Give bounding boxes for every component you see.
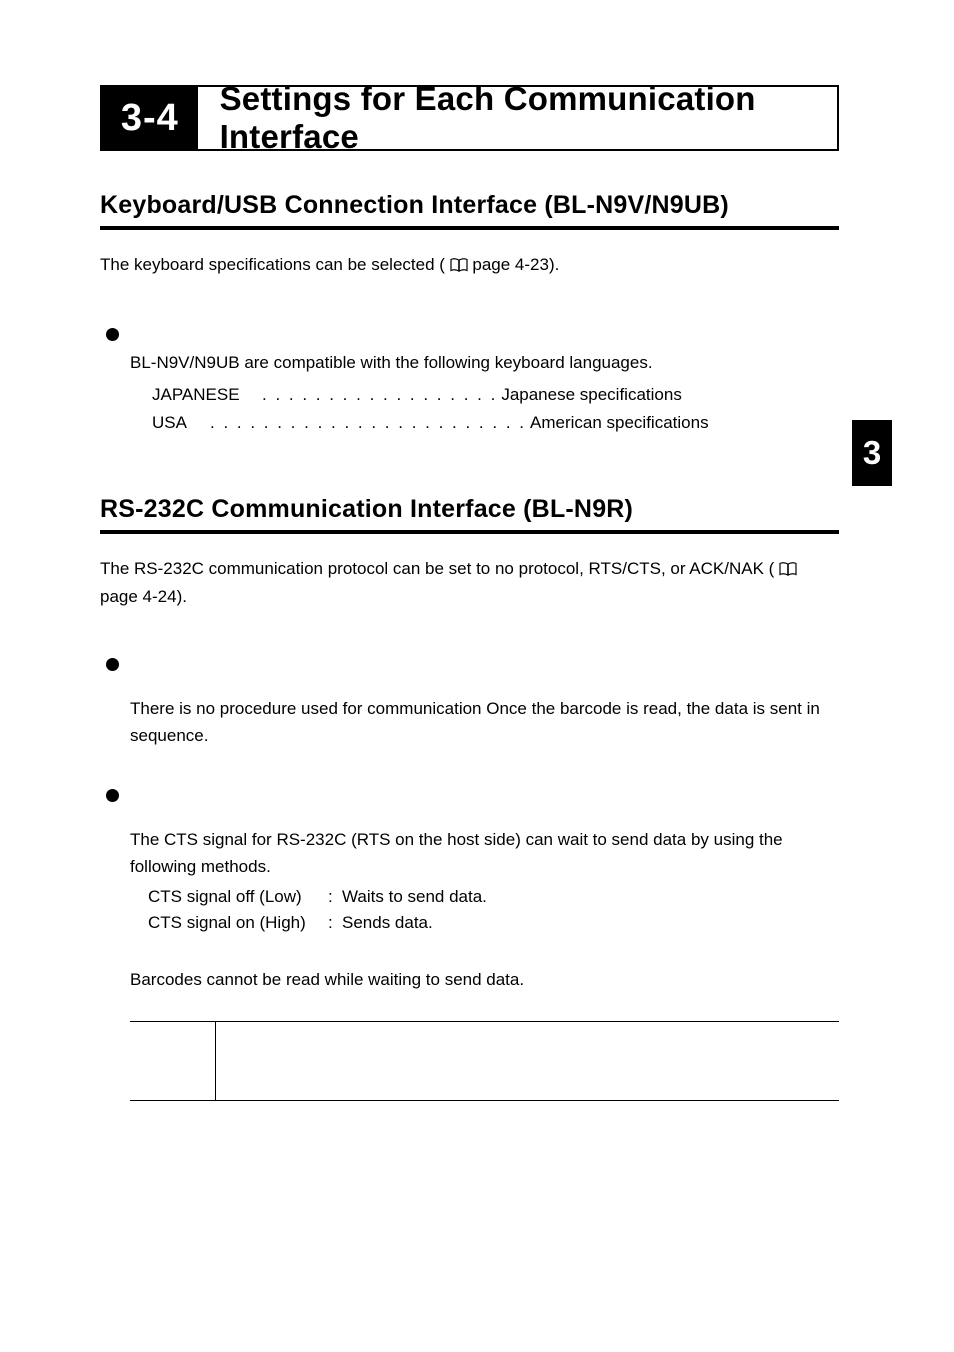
cts-action: Waits to send data. xyxy=(342,884,487,910)
list-item: JAPANESE . . . . . . . . . . . . . . . .… xyxy=(152,381,839,409)
note-label-cell xyxy=(130,1022,216,1100)
cts-state: CTS signal off (Low) xyxy=(148,884,328,910)
section-lead: The keyboard specifications can be selec… xyxy=(100,252,839,280)
chapter-tab: 3 xyxy=(852,420,892,486)
page: 3-4 Settings for Each Communication Inte… xyxy=(0,0,954,1352)
lead-text-b: page 4-24). xyxy=(100,587,187,606)
chapter-number: 3-4 xyxy=(102,87,198,149)
lead-text-b: page 4-23). xyxy=(472,255,559,274)
lang-key: USA xyxy=(152,409,210,437)
note-table-wrap xyxy=(106,1021,839,1101)
cts-state: CTS signal on (High) xyxy=(148,910,328,936)
section-lead: The RS-232C communication protocol can b… xyxy=(100,556,839,611)
bullet-dot-icon xyxy=(106,789,119,802)
lang-key: JAPANESE xyxy=(152,381,262,409)
chapter-heading-box: 3-4 Settings for Each Communication Inte… xyxy=(100,85,839,151)
cts-signal-list: CTS signal off (Low) : Waits to send dat… xyxy=(130,884,839,937)
list-item: CTS signal on (High) : Sends data. xyxy=(148,910,839,936)
section-heading: RS-232C Communication Interface (BL-N9R) xyxy=(100,495,839,534)
lead-text-a: The keyboard specifications can be selec… xyxy=(100,255,445,274)
lang-value: Japanese specifications xyxy=(501,381,682,409)
lead-text-a: The RS-232C communication protocol can b… xyxy=(100,559,774,578)
book-icon xyxy=(779,558,797,584)
colon: : xyxy=(328,884,342,910)
bullet-dot-icon xyxy=(106,658,119,671)
bullet-text: There is no procedure used for communica… xyxy=(130,696,839,749)
bullet-dot-icon xyxy=(106,328,119,341)
dot-leader: . . . . . . . . . . . . . . . . . . xyxy=(262,381,501,409)
section-heading: Keyboard/USB Connection Interface (BL-N9… xyxy=(100,191,839,230)
bullet-cts: The CTS signal for RS-232C (RTS on the h… xyxy=(100,789,839,1101)
keyboard-lang-list: JAPANESE . . . . . . . . . . . . . . . .… xyxy=(130,381,839,437)
book-icon xyxy=(450,254,468,280)
note-body-cell xyxy=(216,1022,839,1100)
bullet-keyboard-lang: BL-N9V/N9UB are compatible with the foll… xyxy=(100,328,839,436)
cts-footnote: Barcodes cannot be read while waiting to… xyxy=(106,967,839,993)
section-keyboard-usb: Keyboard/USB Connection Interface (BL-N9… xyxy=(100,191,839,437)
bullet-intro: The CTS signal for RS-232C (RTS on the h… xyxy=(130,827,839,880)
list-item: CTS signal off (Low) : Waits to send dat… xyxy=(148,884,839,910)
colon: : xyxy=(328,910,342,936)
bullet-intro: BL-N9V/N9UB are compatible with the foll… xyxy=(130,350,839,376)
dot-leader: . . . . . . . . . . . . . . . . . . . . … xyxy=(210,409,530,437)
note-table xyxy=(130,1021,839,1101)
section-rs232c: RS-232C Communication Interface (BL-N9R)… xyxy=(100,495,839,1101)
lang-value: American specifications xyxy=(530,409,709,437)
chapter-title: Settings for Each Communication Interfac… xyxy=(198,87,837,149)
list-item: USA . . . . . . . . . . . . . . . . . . … xyxy=(152,409,839,437)
cts-action: Sends data. xyxy=(342,910,433,936)
bullet-no-protocol: There is no procedure used for communica… xyxy=(100,658,839,749)
